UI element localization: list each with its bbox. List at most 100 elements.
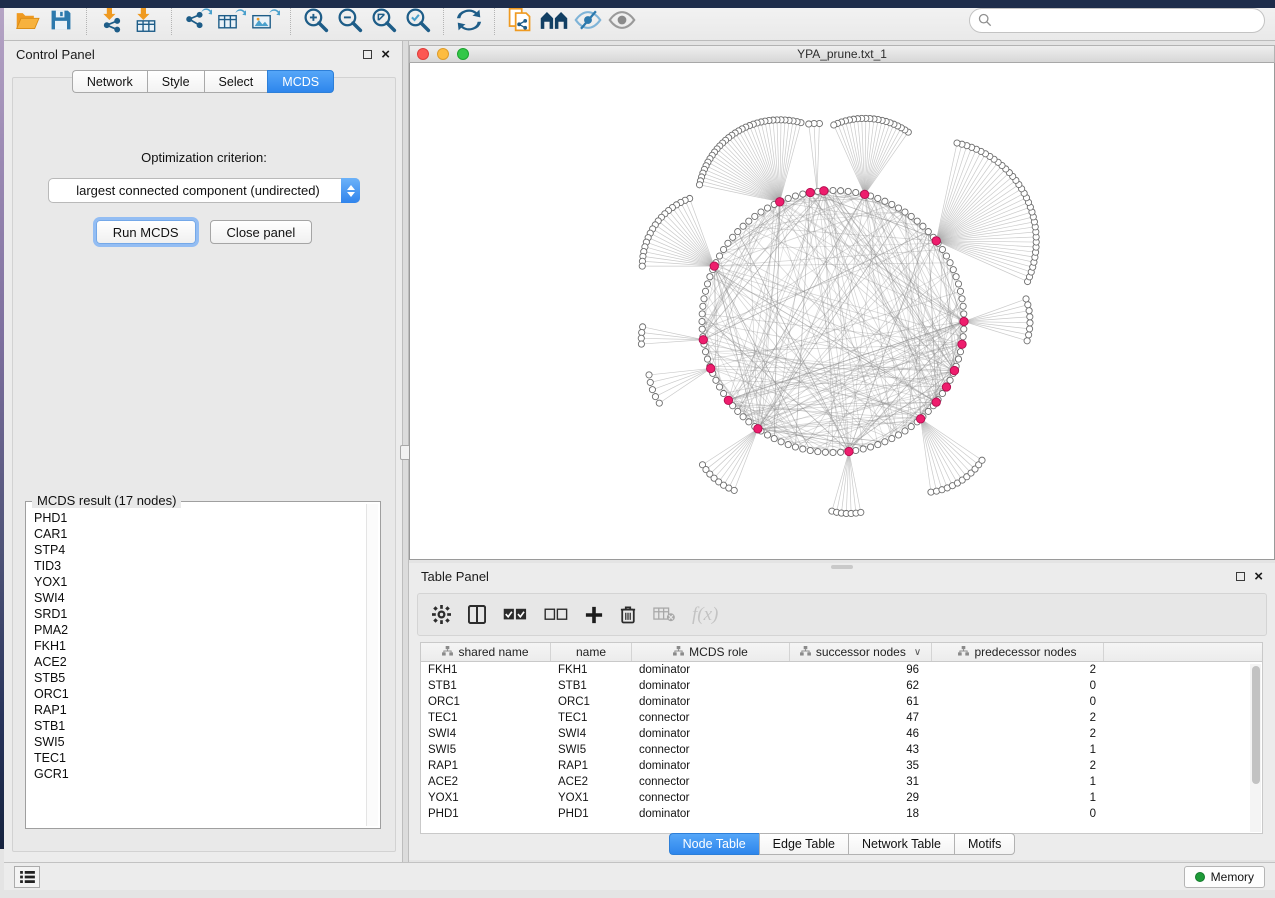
import-table-icon[interactable] [129, 4, 163, 36]
table-cell[interactable]: 2 [932, 662, 1104, 678]
network-node[interactable] [953, 274, 959, 280]
table-cell[interactable]: 61 [790, 694, 932, 710]
add-column-icon[interactable] [585, 606, 603, 624]
table-cell[interactable]: YOX1 [551, 790, 632, 806]
network-node[interactable] [882, 439, 888, 445]
column-header-shared-name[interactable]: shared name [421, 643, 551, 661]
search-input[interactable] [992, 13, 1256, 27]
mcds-node[interactable] [916, 415, 924, 423]
table-row[interactable]: FKH1FKH1dominator962 [421, 662, 1262, 678]
network-leaf-node[interactable] [639, 263, 645, 269]
table-cell[interactable]: 29 [790, 790, 932, 806]
network-canvas[interactable] [409, 63, 1275, 560]
network-node[interactable] [875, 441, 881, 447]
network-leaf-node[interactable] [1026, 308, 1032, 314]
network-leaf-node[interactable] [639, 329, 645, 335]
table-cell[interactable]: connector [632, 742, 790, 758]
import-network-icon[interactable] [95, 4, 129, 36]
network-leaf-node[interactable] [1025, 302, 1031, 308]
select-all-icon[interactable] [503, 608, 527, 621]
mcds-result-item[interactable]: SRD1 [34, 606, 366, 622]
table-cell[interactable]: 35 [790, 758, 932, 774]
network-node[interactable] [707, 274, 713, 280]
save-session-icon[interactable] [44, 4, 78, 36]
table-cell[interactable]: PHD1 [551, 806, 632, 822]
mcds-node[interactable] [806, 188, 814, 196]
network-node[interactable] [740, 223, 746, 229]
mcds-node[interactable] [942, 383, 950, 391]
panel-resize-grip[interactable] [831, 565, 853, 569]
zoom-out-icon[interactable] [333, 4, 367, 36]
network-node[interactable] [895, 432, 901, 438]
zoom-selected-icon[interactable] [401, 4, 435, 36]
table-cell[interactable]: 43 [790, 742, 932, 758]
network-node[interactable] [902, 209, 908, 215]
network-leaf-node[interactable] [640, 324, 646, 330]
table-cell[interactable]: TEC1 [551, 710, 632, 726]
network-node[interactable] [939, 246, 945, 252]
network-node[interactable] [955, 281, 961, 287]
network-node[interactable] [815, 449, 821, 455]
network-leaf-node[interactable] [647, 379, 653, 385]
open-session-icon[interactable] [10, 4, 44, 36]
network-node[interactable] [800, 446, 806, 452]
mcds-result-item[interactable]: TEC1 [34, 750, 366, 766]
tab-node-table[interactable]: Node Table [669, 833, 759, 855]
mcds-result-list[interactable]: PHD1CAR1STP4TID3YOX1SWI4SRD1PMA2FKH1ACE2… [28, 504, 366, 826]
table-row[interactable]: ACE2ACE2connector311 [421, 774, 1262, 790]
mcds-node[interactable] [776, 198, 784, 206]
tab-select[interactable]: Select [204, 70, 268, 93]
table-scrollbar[interactable] [1250, 664, 1261, 832]
network-node[interactable] [867, 444, 873, 450]
mcds-node[interactable] [754, 425, 762, 433]
hide-selected-icon[interactable] [571, 4, 605, 36]
network-node[interactable] [704, 281, 710, 287]
mcds-node[interactable] [699, 336, 707, 344]
network-leaf-node[interactable] [652, 393, 658, 399]
table-cell[interactable]: TEC1 [421, 710, 551, 726]
first-neighbors-icon[interactable] [537, 4, 571, 36]
table-scrollbar-thumb[interactable] [1252, 666, 1260, 784]
panel-list-button[interactable] [14, 866, 40, 888]
table-cell[interactable]: 2 [932, 726, 1104, 742]
network-node[interactable] [720, 390, 726, 396]
table-cell[interactable]: dominator [632, 662, 790, 678]
table-cell[interactable]: connector [632, 774, 790, 790]
network-node[interactable] [704, 356, 710, 362]
mcds-result-item[interactable]: GCR1 [34, 766, 366, 782]
new-network-from-selection-icon[interactable] [503, 4, 537, 36]
network-node[interactable] [792, 444, 798, 450]
network-node[interactable] [960, 303, 966, 309]
table-row[interactable]: RAP1RAP1dominator352 [421, 758, 1262, 774]
delete-column-icon[interactable] [620, 605, 636, 624]
table-settings-icon[interactable] [432, 605, 451, 624]
table-cell[interactable]: ACE2 [551, 774, 632, 790]
table-cell[interactable]: 47 [790, 710, 932, 726]
column-header-MCDS-role[interactable]: MCDS role [632, 643, 790, 661]
refresh-view-icon[interactable] [452, 4, 486, 36]
table-cell[interactable]: 0 [932, 806, 1104, 822]
export-network-icon[interactable] [180, 4, 214, 36]
mcds-node[interactable] [932, 237, 940, 245]
zoom-in-icon[interactable] [299, 4, 333, 36]
mcds-node[interactable] [710, 262, 718, 270]
close-panel-icon[interactable]: × [1254, 572, 1263, 581]
network-node[interactable] [735, 229, 741, 235]
mcds-node[interactable] [860, 190, 868, 198]
table-cell[interactable]: 96 [790, 662, 932, 678]
network-leaf-node[interactable] [1027, 320, 1033, 326]
table-row[interactable]: STB1STB1dominator620 [421, 678, 1262, 694]
network-node[interactable] [699, 311, 705, 317]
network-node[interactable] [758, 209, 764, 215]
network-node[interactable] [957, 288, 963, 294]
network-leaf-node[interactable] [979, 457, 985, 463]
network-node[interactable] [920, 223, 926, 229]
network-leaf-node[interactable] [731, 487, 737, 493]
tab-motifs[interactable]: Motifs [954, 833, 1015, 855]
table-cell[interactable]: ACE2 [421, 774, 551, 790]
network-node[interactable] [947, 377, 953, 383]
table-cell[interactable]: 18 [790, 806, 932, 822]
network-node[interactable] [860, 446, 866, 452]
table-cell[interactable]: SWI4 [551, 726, 632, 742]
table-cell[interactable]: 2 [932, 758, 1104, 774]
